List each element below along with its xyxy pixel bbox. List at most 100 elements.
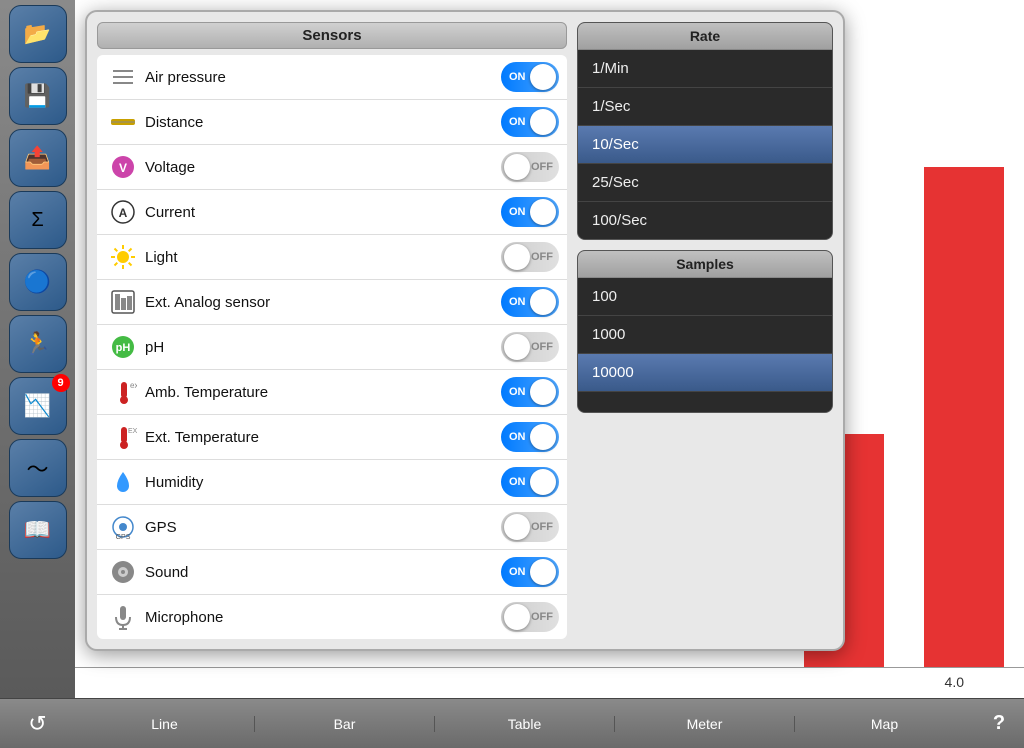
amb-temp-toggle-knob	[530, 379, 556, 405]
sensor-row-amb-temp: extAmb. TemperatureON	[97, 370, 567, 415]
sound-icon	[105, 554, 141, 590]
voltage-icon: V	[105, 149, 141, 185]
humidity-toggle[interactable]: ON	[501, 467, 559, 497]
rate-list: 1/Min1/Sec10/Sec25/Sec100/Sec	[578, 50, 832, 239]
tab-line[interactable]: Line	[75, 716, 255, 732]
sensors-header: Sensors	[97, 22, 567, 49]
sensor-row-voltage: VVoltageOFF	[97, 145, 567, 190]
sensor-rows-container: Air pressureONDistanceONVVoltageOFFACurr…	[97, 55, 567, 639]
microphone-icon	[105, 599, 141, 635]
sensor-row-ext-temp: EXTExt. TemperatureON	[97, 415, 567, 460]
gps-toggle[interactable]: OFF	[501, 512, 559, 542]
sidebar: 📂💾📤Σ🔵🏃📉9〜📖	[0, 0, 75, 698]
distance-icon	[105, 104, 141, 140]
humidity-toggle-knob	[530, 469, 556, 495]
light-icon	[105, 239, 141, 275]
tab-map[interactable]: Map	[795, 716, 974, 732]
rate-item-25-Sec[interactable]: 25/Sec	[578, 164, 832, 202]
rate-panel: Rate 1/Min1/Sec10/Sec25/Sec100/Sec	[577, 22, 833, 240]
microphone-toggle[interactable]: OFF	[501, 602, 559, 632]
current-label: Current	[141, 204, 501, 221]
humidity-label: Humidity	[141, 474, 501, 491]
ext-analog-label: Ext. Analog sensor	[141, 294, 501, 311]
sound-label: Sound	[141, 564, 501, 581]
tab-meter[interactable]: Meter	[615, 716, 795, 732]
sensor-row-ext-analog: Ext. Analog sensorON	[97, 280, 567, 325]
chart-x-label: 4.0	[945, 674, 964, 690]
sensor-panel: Sensors Air pressureONDistanceONVVoltage…	[85, 10, 845, 651]
help-button[interactable]: ?	[974, 712, 1024, 735]
sensor-row-gps: GPSGPSOFF	[97, 505, 567, 550]
samples-item-1000[interactable]: 1000	[578, 316, 832, 354]
ph-toggle-knob	[504, 334, 530, 360]
refresh-button[interactable]: ↺	[0, 711, 75, 737]
air-pressure-label: Air pressure	[141, 69, 501, 86]
rate-item-1-Min[interactable]: 1/Min	[578, 50, 832, 88]
voltage-label: Voltage	[141, 159, 501, 176]
distance-toggle[interactable]: ON	[501, 107, 559, 137]
samples-item-empty[interactable]	[578, 392, 832, 412]
distance-label: Distance	[141, 114, 501, 131]
rate-item-10-Sec[interactable]: 10/Sec	[578, 126, 832, 164]
ext-temp-toggle[interactable]: ON	[501, 422, 559, 452]
tab-bar[interactable]: Bar	[255, 716, 435, 732]
sensor-row-light: LightOFF	[97, 235, 567, 280]
run-button[interactable]: 🏃	[9, 315, 67, 373]
sigma-button[interactable]: Σ	[9, 191, 67, 249]
sensor-row-sound: SoundON	[97, 550, 567, 595]
bottom-tabs: LineBarTableMeterMap	[75, 716, 974, 732]
sensor-row-distance: DistanceON	[97, 100, 567, 145]
sensor-row-humidity: HumidityON	[97, 460, 567, 505]
air-pressure-toggle-knob	[530, 64, 556, 90]
svg-text:pH: pH	[116, 342, 131, 354]
rate-item-1-Sec[interactable]: 1/Sec	[578, 88, 832, 126]
share-button[interactable]: 📤	[9, 129, 67, 187]
humidity-icon	[105, 464, 141, 500]
gps-toggle-knob	[504, 514, 530, 540]
gps-icon: GPS	[105, 509, 141, 545]
light-toggle-knob	[504, 244, 530, 270]
bluetooth-button[interactable]: 🔵	[9, 253, 67, 311]
ph-icon: pH	[105, 329, 141, 365]
ph-label: pH	[141, 339, 501, 356]
amb-temp-label: Amb. Temperature	[141, 384, 501, 401]
chart-button[interactable]: 📉9	[9, 377, 67, 435]
right-panels: Rate 1/Min1/Sec10/Sec25/Sec100/Sec Sampl…	[577, 22, 833, 639]
svg-text:GPS: GPS	[116, 534, 131, 541]
samples-header: Samples	[578, 251, 832, 278]
samples-list: 100100010000	[578, 278, 832, 412]
voltage-toggle[interactable]: OFF	[501, 152, 559, 182]
rate-header: Rate	[578, 23, 832, 50]
samples-item-10000[interactable]: 10000	[578, 354, 832, 392]
chart-area: 4.0 Sensors Air pressureONDistanceONVVol…	[75, 0, 1024, 698]
current-toggle[interactable]: ON	[501, 197, 559, 227]
voltage-toggle-knob	[504, 154, 530, 180]
sound-toggle-knob	[530, 559, 556, 585]
chart-baseline	[75, 667, 1024, 668]
microphone-toggle-knob	[504, 604, 530, 630]
rate-item-100-Sec[interactable]: 100/Sec	[578, 202, 832, 239]
microphone-label: Microphone	[141, 609, 501, 626]
gps-label: GPS	[141, 519, 501, 536]
ext-analog-icon	[105, 284, 141, 320]
distance-toggle-knob	[530, 109, 556, 135]
folder-button[interactable]: 📂	[9, 5, 67, 63]
bottom-bar: ↺ LineBarTableMeterMap ?	[0, 698, 1024, 748]
air-pressure-toggle[interactable]: ON	[501, 62, 559, 92]
waveform-button[interactable]: 〜	[9, 439, 67, 497]
chart-bar-tall	[924, 167, 1004, 668]
ext-temp-icon: EXT	[105, 419, 141, 455]
tab-table[interactable]: Table	[435, 716, 615, 732]
book-button[interactable]: 📖	[9, 501, 67, 559]
sensor-row-ph: pHpHOFF	[97, 325, 567, 370]
amb-temp-toggle[interactable]: ON	[501, 377, 559, 407]
ext-analog-toggle[interactable]: ON	[501, 287, 559, 317]
samples-panel: Samples 100100010000	[577, 250, 833, 413]
sensor-row-current: ACurrentON	[97, 190, 567, 235]
ph-toggle[interactable]: OFF	[501, 332, 559, 362]
samples-item-100[interactable]: 100	[578, 278, 832, 316]
sound-toggle[interactable]: ON	[501, 557, 559, 587]
light-label: Light	[141, 249, 501, 266]
light-toggle[interactable]: OFF	[501, 242, 559, 272]
save-button[interactable]: 💾	[9, 67, 67, 125]
